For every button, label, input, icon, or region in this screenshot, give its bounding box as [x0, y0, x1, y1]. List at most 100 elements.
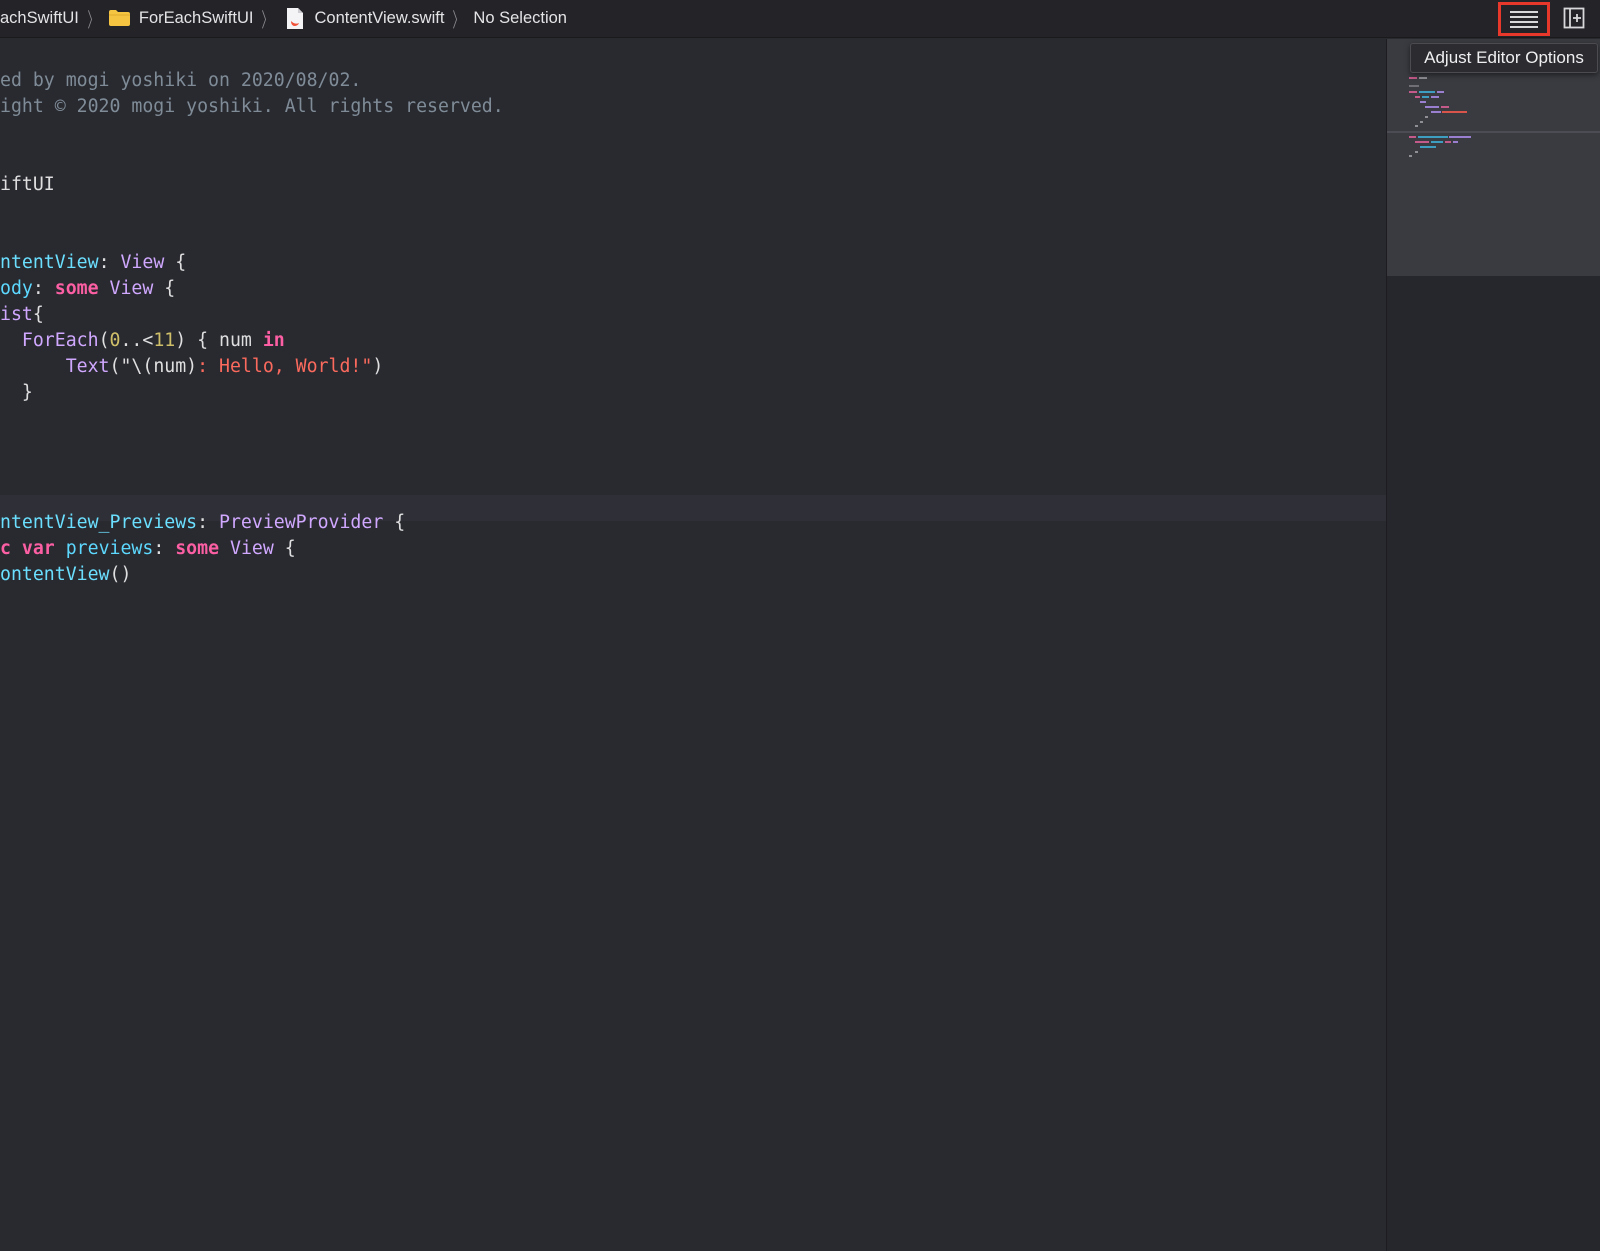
adjust-editor-options-button[interactable]	[1498, 2, 1550, 36]
minimap-line	[1431, 141, 1443, 143]
breadcrumb-item-project[interactable]: achSwiftUI	[0, 9, 79, 28]
code-token: :	[32, 278, 55, 299]
code-token: )	[372, 356, 384, 377]
code-token: ntentView_Previews	[0, 512, 198, 533]
code-line[interactable]: ntentView_Previews: PreviewProvider {	[0, 510, 504, 536]
minimap-line	[1409, 77, 1417, 79]
code-token: :	[153, 538, 176, 559]
minimap-line	[1425, 116, 1428, 118]
code-token: {	[164, 252, 187, 273]
code-line[interactable]: }	[0, 380, 504, 406]
breadcrumb-item-group[interactable]: ForEachSwiftUI	[108, 8, 254, 28]
code-token: some	[54, 278, 99, 299]
minimap-section-divider	[1387, 131, 1600, 133]
code-line[interactable]: Text("\(num): Hello, World!")	[0, 354, 504, 380]
minimap-line	[1415, 141, 1429, 143]
code-token: View	[230, 538, 274, 559]
code-token: }	[0, 382, 33, 403]
code-line[interactable]	[0, 146, 504, 172]
source-code[interactable]: ed by mogi yoshiki on 2020/08/02. ight © …	[0, 68, 504, 588]
minimap-line	[1419, 77, 1427, 79]
minimap-line	[1409, 136, 1416, 138]
minimap-line	[1415, 151, 1418, 153]
code-token: c	[0, 538, 11, 559]
code-token: in	[262, 330, 285, 351]
code-token: previews	[65, 538, 154, 559]
minimap-line	[1431, 111, 1441, 113]
code-line[interactable]: ForEach(0..<11) { num in	[0, 328, 504, 354]
code-line[interactable]: c var previews: some View {	[0, 536, 504, 562]
breadcrumb-label: No Selection	[473, 8, 567, 27]
swift-file-icon	[286, 7, 304, 30]
minimap-line	[1445, 141, 1451, 143]
code-line[interactable]	[0, 406, 504, 432]
breadcrumb: achSwiftUI 〉 ForEachSwiftUI 〉 ContentVie…	[0, 0, 567, 36]
code-line[interactable]: ody: some View {	[0, 276, 504, 302]
minimap-line	[1420, 121, 1423, 123]
code-token: ForEach	[21, 330, 99, 351]
code-line[interactable]: ed by mogi yoshiki on 2020/08/02.	[0, 68, 504, 94]
code-line[interactable]	[0, 484, 504, 510]
minimap[interactable]	[1386, 39, 1600, 1251]
minimap-line	[1420, 146, 1436, 148]
code-token: {	[32, 304, 44, 325]
minimap-line	[1425, 106, 1439, 108]
code-token: ()	[109, 564, 132, 585]
code-token: View	[120, 252, 165, 273]
minimap-line	[1415, 125, 1418, 127]
breadcrumb-item-symbol[interactable]: No Selection	[473, 9, 567, 28]
code-editor[interactable]: ed by mogi yoshiki on 2020/08/02. ight © …	[0, 39, 1386, 1251]
code-token: {	[383, 512, 406, 533]
code-token: :	[98, 252, 121, 273]
code-line[interactable]: ntentView: View {	[0, 250, 504, 276]
add-editor-button[interactable]	[1563, 7, 1585, 29]
code-token: ody	[0, 278, 33, 299]
minimap-line	[1437, 91, 1444, 93]
add-editor-icon	[1563, 7, 1585, 29]
code-line[interactable]	[0, 458, 504, 484]
minimap-line	[1409, 91, 1417, 93]
minimap-line	[1409, 155, 1412, 157]
code-token: View	[109, 278, 154, 299]
code-token: PreviewProvider	[219, 512, 384, 533]
code-token: {	[153, 278, 176, 299]
minimap-line	[1418, 136, 1448, 138]
code-line[interactable]	[0, 120, 504, 146]
breadcrumb-item-file[interactable]: ContentView.swift	[282, 7, 444, 30]
code-line[interactable]: ontentView()	[0, 562, 504, 588]
code-token: ) { num	[175, 330, 263, 351]
breadcrumb-label: ForEachSwiftUI	[138, 8, 254, 27]
minimap-line	[1431, 96, 1439, 98]
minimap-line	[1449, 136, 1471, 138]
code-token: (	[98, 330, 110, 351]
minimap-line	[1415, 96, 1420, 98]
code-token: ("\(num)	[109, 356, 198, 377]
code-token: var	[21, 538, 55, 559]
minimap-line	[1422, 96, 1429, 98]
jump-bar: achSwiftUI 〉 ForEachSwiftUI 〉 ContentVie…	[0, 0, 1600, 38]
code-line[interactable]	[0, 224, 504, 250]
code-line[interactable]: ight © 2020 mogi yoshiki. All rights res…	[0, 94, 504, 120]
code-line[interactable]: iftUI	[0, 172, 504, 198]
minimap-viewport[interactable]	[1387, 39, 1600, 276]
breadcrumb-label: achSwiftUI	[0, 8, 79, 27]
code-token: Text	[65, 356, 110, 377]
code-token: ontentView	[0, 564, 110, 585]
code-token: 11	[153, 330, 176, 351]
minimap-line	[1420, 101, 1426, 103]
code-token: 0	[109, 330, 121, 351]
tooltip-label: Adjust Editor Options	[1424, 48, 1584, 67]
code-line[interactable]	[0, 198, 504, 224]
minimap-line	[1441, 106, 1449, 108]
code-token: ed by mogi yoshiki on 2020/08/02.	[0, 70, 362, 91]
code-line[interactable]	[0, 432, 504, 458]
code-line[interactable]: ist{	[0, 302, 504, 328]
breadcrumb-label: ContentView.swift	[314, 8, 445, 27]
code-token: ight © 2020 mogi yoshiki. All rights res…	[0, 96, 504, 117]
code-token: some	[175, 538, 220, 559]
